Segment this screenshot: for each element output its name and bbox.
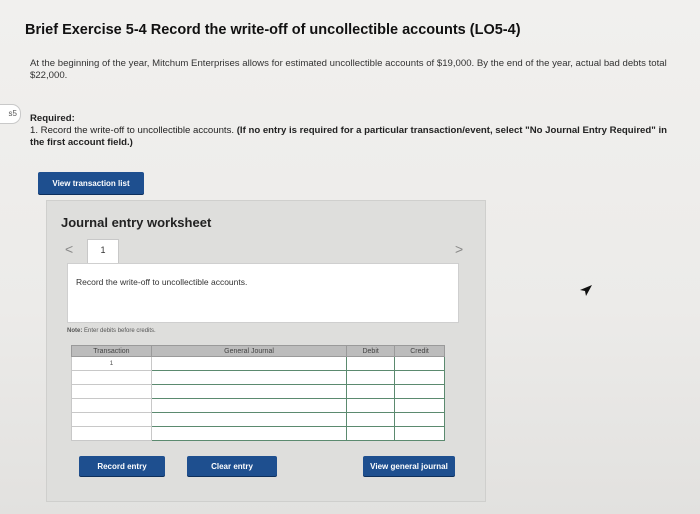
transaction-cell <box>71 384 152 399</box>
mouse-cursor-icon <box>580 285 592 296</box>
tab-1[interactable]: 1 <box>87 239 119 264</box>
page-title: Brief Exercise 5-4 Record the write-off … <box>25 22 521 38</box>
debit-field[interactable] <box>346 384 396 399</box>
chevron-right-icon[interactable]: > <box>455 241 463 257</box>
account-field[interactable] <box>150 412 348 427</box>
table-header-row: Transaction General Journal Debit Credit <box>71 345 445 357</box>
table-row <box>71 426 445 441</box>
note: Note: Enter debits before credits. <box>67 328 156 334</box>
instruction-text: Record the write-off to uncollectible ac… <box>76 277 248 287</box>
header-debit: Debit <box>346 345 396 357</box>
account-field[interactable] <box>150 384 348 399</box>
table-row: 1 <box>71 356 445 371</box>
required-label: Required: <box>30 113 75 124</box>
side-badge: s5 <box>0 104 21 124</box>
transaction-cell <box>71 398 152 413</box>
page: s5 Brief Exercise 5-4 Record the write-o… <box>0 0 700 514</box>
record-entry-button[interactable]: Record entry <box>79 456 165 476</box>
note-text: Enter debits before credits. <box>82 328 156 334</box>
table-row <box>71 412 445 427</box>
credit-field[interactable] <box>394 412 445 427</box>
required-section: Required: 1. Record the write-off to unc… <box>30 113 680 149</box>
header-general-journal: General Journal <box>150 345 348 357</box>
header-transaction: Transaction <box>71 345 152 357</box>
transaction-cell <box>71 426 152 441</box>
problem-statement: At the beginning of the year, Mitchum En… <box>30 58 667 81</box>
credit-field[interactable] <box>394 356 445 371</box>
chevron-left-icon[interactable]: < <box>65 241 73 257</box>
table-row <box>71 398 445 413</box>
header-credit: Credit <box>394 345 445 357</box>
account-field[interactable] <box>150 426 348 441</box>
view-transaction-list-button[interactable]: View transaction list <box>38 172 144 194</box>
credit-field[interactable] <box>394 398 445 413</box>
credit-field[interactable] <box>394 370 445 385</box>
account-field[interactable] <box>150 370 348 385</box>
debit-field[interactable] <box>346 426 396 441</box>
required-item-text: 1. Record the write-off to uncollectible… <box>30 125 237 136</box>
debit-field[interactable] <box>346 412 396 427</box>
debit-field[interactable] <box>346 370 396 385</box>
instruction-box: Record the write-off to uncollectible ac… <box>67 263 459 323</box>
view-general-journal-button[interactable]: View general journal <box>363 456 455 476</box>
credit-field[interactable] <box>394 426 445 441</box>
table-row <box>71 370 445 385</box>
debit-field[interactable] <box>346 398 396 413</box>
journal-entry-worksheet: Journal entry worksheet < 1 > Record the… <box>46 200 486 502</box>
transaction-cell <box>71 412 152 427</box>
note-label: Note: <box>67 328 83 334</box>
transaction-cell <box>71 370 152 385</box>
account-field[interactable] <box>150 356 348 371</box>
worksheet-title: Journal entry worksheet <box>61 215 212 230</box>
account-field[interactable] <box>150 398 348 413</box>
clear-entry-button[interactable]: Clear entry <box>187 456 277 476</box>
transaction-cell: 1 <box>71 356 152 371</box>
table-row <box>71 384 445 399</box>
debit-field[interactable] <box>346 356 396 371</box>
credit-field[interactable] <box>394 384 445 399</box>
journal-table: Transaction General Journal Debit Credit… <box>71 345 445 441</box>
